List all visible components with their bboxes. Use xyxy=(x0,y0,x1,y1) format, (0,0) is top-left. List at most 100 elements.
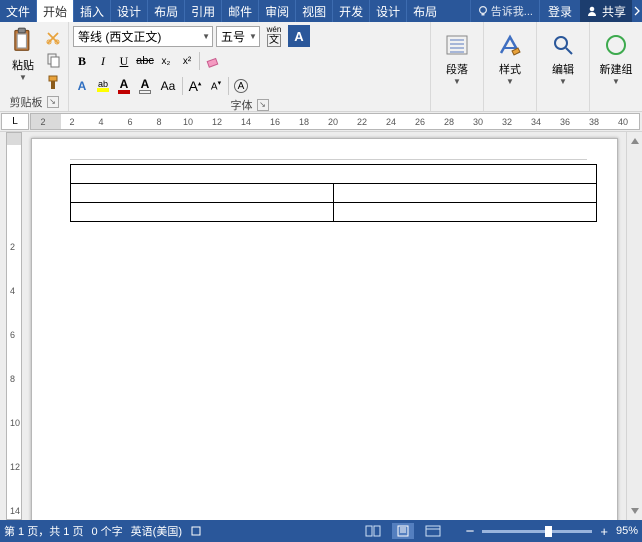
char-shading-button[interactable]: A xyxy=(136,76,154,96)
phonetic-guide-button[interactable]: wén文 xyxy=(263,25,285,47)
bold-button[interactable]: B xyxy=(73,51,91,71)
ruler-tick-label: 30 xyxy=(473,117,483,127)
login-button[interactable]: 登录 xyxy=(539,0,580,22)
zoom-value[interactable]: 95% xyxy=(616,525,638,537)
subscript-button[interactable]: x₂ xyxy=(157,51,175,71)
ruler-tab-selector[interactable]: L xyxy=(1,113,29,130)
enclose-char-button[interactable]: A xyxy=(232,76,250,96)
ruler-tick-label: 8 xyxy=(156,117,161,127)
clear-formatting-button[interactable] xyxy=(203,51,221,71)
paste-button[interactable]: 粘贴 ▼ xyxy=(4,25,42,94)
tell-me[interactable]: 告诉我... xyxy=(470,0,539,22)
tab-file[interactable]: 文件 xyxy=(0,0,36,22)
ruler-vertical[interactable]: 246810121416 xyxy=(6,132,22,520)
paste-dropdown-chevron[interactable]: ▼ xyxy=(19,73,27,82)
table-cell[interactable] xyxy=(334,184,597,203)
chevron-down-icon: ▼ xyxy=(612,77,620,86)
highlight-button[interactable]: ab xyxy=(94,76,112,96)
view-web-button[interactable] xyxy=(422,523,444,539)
char-border-button[interactable]: A xyxy=(288,25,310,47)
ruler-tick-label: 2 xyxy=(10,242,15,252)
ruler-tick-label: 16 xyxy=(270,117,280,127)
table-cell[interactable] xyxy=(334,203,597,222)
ruler-tick-label: 6 xyxy=(127,117,132,127)
group-clipboard: 粘贴 ▼ 剪贴板 ↘ xyxy=(0,22,69,111)
tab-design-2[interactable]: 设计 xyxy=(369,0,406,22)
format-painter-button[interactable] xyxy=(44,73,62,91)
underline-button[interactable]: U xyxy=(115,51,133,71)
copy-button[interactable] xyxy=(44,51,62,69)
table-row[interactable] xyxy=(71,203,597,222)
ruler-horizontal-area: L 2246810121416182022242628303234363840 xyxy=(0,112,642,132)
text-effects-button[interactable]: A xyxy=(73,76,91,96)
ruler-tick-label: 18 xyxy=(299,117,309,127)
overflow-arrow[interactable] xyxy=(632,0,642,22)
styles-icon xyxy=(496,31,524,59)
newgroup-label: 新建组 xyxy=(600,61,633,77)
zoom-slider[interactable] xyxy=(482,530,592,533)
tab-mailings[interactable]: 邮件 xyxy=(221,0,258,22)
table-row[interactable] xyxy=(71,184,597,203)
tab-layout-2[interactable]: 布局 xyxy=(406,0,443,22)
scroll-down-icon[interactable] xyxy=(630,506,640,516)
view-print-button[interactable] xyxy=(392,523,414,539)
person-icon xyxy=(586,5,598,17)
scissors-icon xyxy=(45,30,61,46)
ruler-tick-label: 22 xyxy=(357,117,367,127)
shrink-font-button[interactable]: A▾ xyxy=(207,76,225,96)
status-page[interactable]: 第 1 页，共 1 页 xyxy=(4,523,83,539)
editing-button[interactable]: 编辑 ▼ xyxy=(541,25,585,110)
ruler-tick-label: 2 xyxy=(69,117,74,127)
tab-home[interactable]: 开始 xyxy=(36,0,73,22)
tab-insert[interactable]: 插入 xyxy=(73,0,110,22)
clipboard-group-label: 剪贴板 xyxy=(10,94,43,110)
table-cell[interactable] xyxy=(71,165,597,184)
zoom-in-button[interactable]: + xyxy=(600,524,608,539)
view-read-button[interactable] xyxy=(362,523,384,539)
ruler-tick-label: 8 xyxy=(10,374,15,384)
scrollbar-vertical[interactable] xyxy=(626,132,642,520)
cut-button[interactable] xyxy=(44,29,62,47)
page-viewport[interactable] xyxy=(28,132,626,520)
tab-review[interactable]: 审阅 xyxy=(258,0,295,22)
clipboard-dialog-launcher[interactable]: ↘ xyxy=(47,96,59,108)
tab-developer[interactable]: 开发 xyxy=(332,0,369,22)
zoom-thumb[interactable] xyxy=(545,526,552,537)
tab-layout[interactable]: 布局 xyxy=(147,0,184,22)
strikethrough-button[interactable]: abc xyxy=(136,51,154,71)
share-button[interactable]: 共享 xyxy=(580,0,632,22)
lightbulb-icon xyxy=(477,5,489,17)
ruler-tick-label: 36 xyxy=(560,117,570,127)
ruler-tick-label: 14 xyxy=(10,506,20,516)
grow-font-button[interactable]: A▴ xyxy=(186,76,204,96)
paragraph-button[interactable]: 段落 ▼ xyxy=(435,25,479,110)
font-name-combo[interactable]: 等线 (西文正文) ▼ xyxy=(73,26,213,47)
tab-references[interactable]: 引用 xyxy=(184,0,221,22)
change-case-button[interactable]: Aa xyxy=(157,75,179,97)
status-language[interactable]: 英语(美国) xyxy=(131,523,182,539)
ruler-tick-label: 12 xyxy=(10,462,20,472)
tab-view[interactable]: 视图 xyxy=(295,0,332,22)
font-size-value: 五号 xyxy=(221,28,245,45)
status-words[interactable]: 0 个字 xyxy=(91,523,122,539)
status-macro[interactable] xyxy=(190,525,202,537)
superscript-button[interactable]: x² xyxy=(178,51,196,71)
italic-button[interactable]: I xyxy=(94,51,112,71)
font-color-button[interactable]: A xyxy=(115,76,133,96)
group-editing: 编辑 ▼ xyxy=(537,22,590,111)
table-row[interactable] xyxy=(71,165,597,184)
newgroup-button[interactable]: 新建组 ▼ xyxy=(594,25,638,110)
table-cell[interactable] xyxy=(71,184,334,203)
ruler-tick-label: 10 xyxy=(183,117,193,127)
zoom-out-button[interactable]: − xyxy=(466,523,475,540)
doc-table[interactable] xyxy=(70,164,597,222)
ruler-tick-label: 38 xyxy=(589,117,599,127)
styles-button[interactable]: 样式 ▼ xyxy=(488,25,532,110)
char-border-icon: A xyxy=(288,25,310,47)
scroll-up-icon[interactable] xyxy=(630,136,640,146)
font-size-combo[interactable]: 五号 ▼ xyxy=(216,26,260,47)
tab-design[interactable]: 设计 xyxy=(110,0,147,22)
table-cell[interactable] xyxy=(71,203,334,222)
ruler-horizontal[interactable]: 2246810121416182022242628303234363840 xyxy=(30,113,640,130)
font-dialog-launcher[interactable]: ↘ xyxy=(257,99,269,111)
